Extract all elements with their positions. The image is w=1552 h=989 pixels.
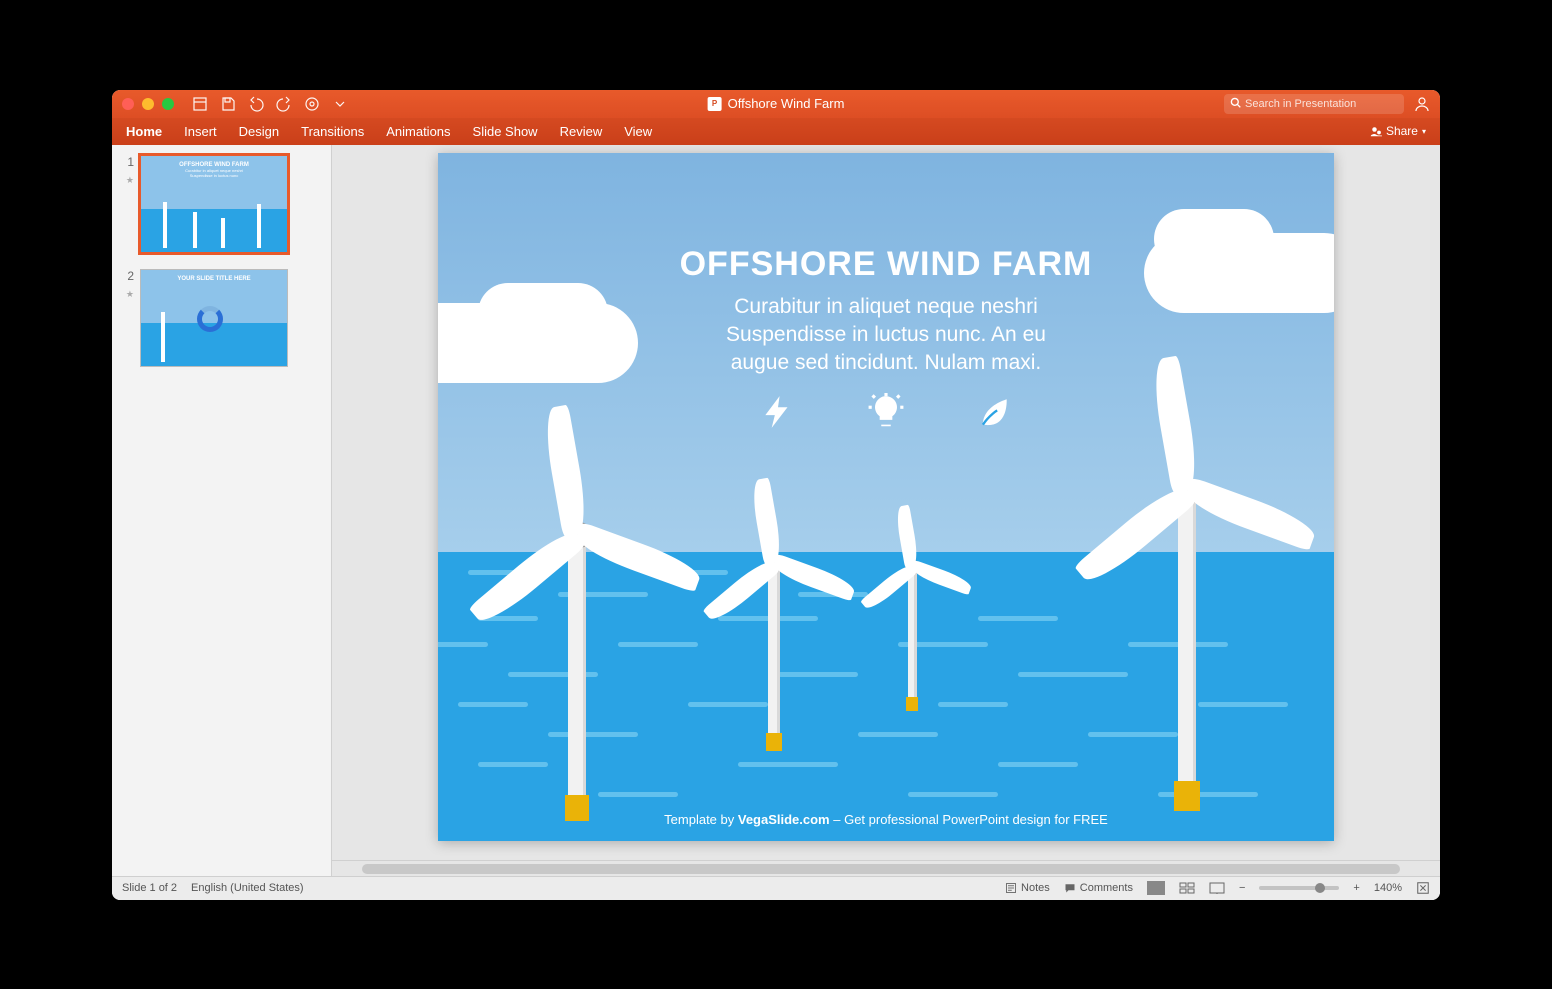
turbine[interactable] (768, 563, 782, 751)
powerpoint-doc-icon: P (708, 97, 722, 111)
zoom-slider[interactable] (1259, 886, 1339, 890)
zoom-knob[interactable] (1315, 883, 1325, 893)
reading-view-button[interactable] (1209, 882, 1225, 894)
slide-counter[interactable]: Slide 1 of 2 (122, 882, 177, 894)
account-icon[interactable] (1414, 96, 1430, 112)
thumbnail-row-2[interactable]: 2 ★ YOUR SLIDE TITLE HERE (120, 269, 319, 367)
notes-button[interactable]: Notes (1005, 882, 1050, 894)
tab-insert[interactable]: Insert (184, 124, 217, 139)
app-window: P Offshore Wind Farm Home Insert Design … (112, 90, 1440, 900)
search-icon (1230, 97, 1241, 111)
thumbnail-slide-2[interactable]: YOUR SLIDE TITLE HERE (140, 269, 288, 367)
slide-canvas[interactable]: OFFSHORE WIND FARM Curabitur in aliquet … (438, 153, 1334, 841)
thumb-number: 1 (120, 155, 134, 169)
file-menu-icon[interactable] (192, 96, 208, 112)
tab-animations[interactable]: Animations (386, 124, 450, 139)
ribbon: Home Insert Design Transitions Animation… (112, 118, 1440, 145)
window-title: P Offshore Wind Farm (708, 96, 845, 111)
fit-to-window-button[interactable] (1416, 881, 1430, 895)
lightbulb-icon[interactable] (867, 393, 905, 436)
slide-title[interactable]: OFFSHORE WIND FARM (438, 245, 1334, 284)
tab-home[interactable]: Home (126, 124, 162, 139)
transition-indicator-icon: ★ (120, 175, 134, 186)
normal-view-button[interactable] (1147, 881, 1165, 895)
transition-indicator-icon: ★ (120, 289, 134, 300)
slide-sorter-button[interactable] (1179, 882, 1195, 894)
tab-transitions[interactable]: Transitions (301, 124, 364, 139)
window-controls (122, 98, 174, 110)
thumbnail-row-1[interactable]: 1 ★ OFFSHORE WIND FARM Curabitur in aliq… (120, 155, 319, 253)
titlebar: P Offshore Wind Farm (112, 90, 1440, 118)
slide-thumbnail-pane[interactable]: 1 ★ OFFSHORE WIND FARM Curabitur in aliq… (112, 145, 332, 876)
tab-view[interactable]: View (624, 124, 652, 139)
zoom-in-button[interactable]: + (1353, 882, 1359, 894)
search-input[interactable] (1245, 98, 1398, 110)
thumb-number: 2 (120, 269, 134, 283)
leaf-icon[interactable] (975, 393, 1013, 436)
save-icon[interactable] (220, 96, 236, 112)
language-status[interactable]: English (United States) (191, 882, 304, 894)
tab-slideshow[interactable]: Slide Show (473, 124, 538, 139)
doc-title: Offshore Wind Farm (728, 96, 845, 111)
turbine[interactable] (1178, 491, 1200, 811)
zoom-out-button[interactable]: − (1239, 882, 1245, 894)
tab-design[interactable]: Design (239, 124, 279, 139)
bolt-icon[interactable] (759, 393, 797, 436)
horizontal-scrollbar[interactable] (332, 860, 1440, 876)
slide-editor: OFFSHORE WIND FARM Curabitur in aliquet … (332, 145, 1440, 876)
share-button[interactable]: Share ▾ (1370, 124, 1426, 138)
turbine[interactable] (568, 535, 589, 821)
canvas-viewport[interactable]: OFFSHORE WIND FARM Curabitur in aliquet … (332, 145, 1440, 860)
thumbnail-slide-1[interactable]: OFFSHORE WIND FARM Curabitur in aliquet … (140, 155, 288, 253)
minimize-window-button[interactable] (142, 98, 154, 110)
turbine[interactable] (908, 567, 918, 711)
scroll-thumb[interactable] (362, 864, 1400, 874)
slide-subtitle[interactable]: Curabitur in aliquet neque neshri Suspen… (558, 293, 1214, 378)
tab-review[interactable]: Review (560, 124, 603, 139)
workspace: 1 ★ OFFSHORE WIND FARM Curabitur in aliq… (112, 145, 1440, 876)
slide-footer[interactable]: Template by VegaSlide.com – Get professi… (438, 812, 1334, 827)
zoom-window-button[interactable] (162, 98, 174, 110)
zoom-level[interactable]: 140% (1374, 882, 1402, 894)
status-bar: Slide 1 of 2 English (United States) Not… (112, 876, 1440, 900)
redo-icon[interactable] (276, 96, 292, 112)
comments-button[interactable]: Comments (1064, 882, 1133, 894)
quick-access-toolbar (192, 96, 348, 112)
present-icon[interactable] (304, 96, 320, 112)
close-window-button[interactable] (122, 98, 134, 110)
presentation-search[interactable] (1224, 94, 1404, 114)
customize-qat-icon[interactable] (332, 96, 348, 112)
undo-icon[interactable] (248, 96, 264, 112)
